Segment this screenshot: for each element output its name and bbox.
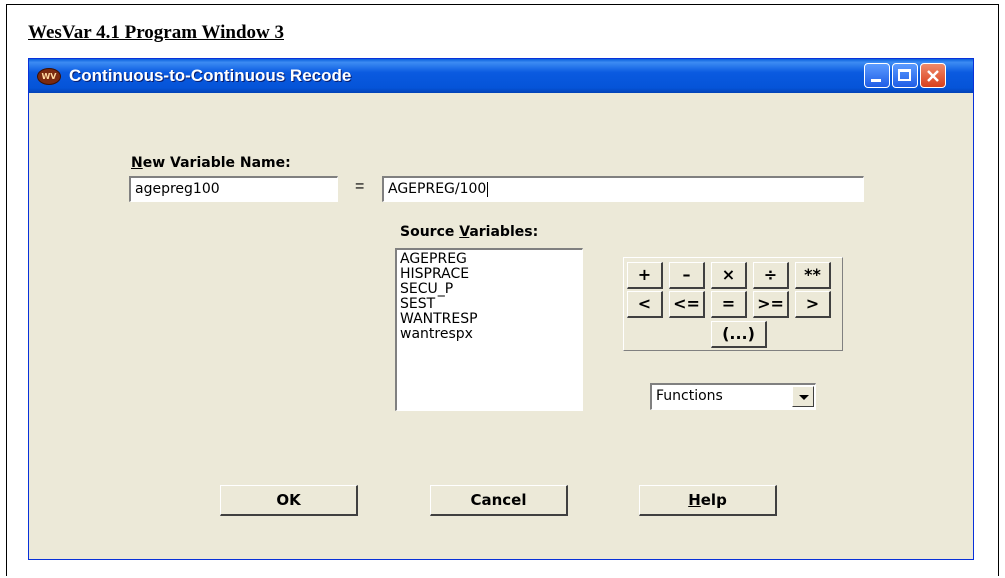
expression-text: AGEPREG/100 [388,181,487,197]
greater-than-button[interactable]: > [795,291,831,318]
new-variable-name-input[interactable]: agepreg100 [129,176,338,202]
greater-equal-button[interactable]: >= [753,291,789,318]
source-variables-label: Source Variables: [400,224,539,240]
help-button[interactable]: Help [639,485,777,516]
maximize-icon [898,69,911,81]
app-icon[interactable]: WV [37,68,61,85]
list-item[interactable]: SECU_P [400,282,579,297]
chevron-down-icon[interactable] [792,386,814,407]
text-caret [487,182,489,197]
list-item[interactable]: HISPRACE [400,267,579,282]
list-item[interactable]: WANTRESP [400,312,579,327]
new-variable-label: New Variable Name: [131,155,291,171]
divide-button[interactable]: ÷ [753,262,789,289]
close-button[interactable] [920,63,946,88]
multiply-button[interactable]: × [711,262,747,289]
close-icon [927,70,939,82]
ok-button[interactable]: OK [220,485,358,516]
source-variables-list[interactable]: AGEPREG HISPRACE SECU_P SEST WANTRESP wa… [395,248,583,411]
minus-button[interactable]: – [669,262,705,289]
maximize-button[interactable] [892,63,918,88]
expression-input[interactable]: AGEPREG/100 [382,176,864,202]
list-item[interactable]: AGEPREG [400,252,579,267]
functions-selected-value: Functions [656,388,723,404]
parentheses-button[interactable]: (...) [711,321,767,348]
power-button[interactable]: ** [795,262,831,289]
title-bar[interactable]: WV Continuous-to-Continuous Recode [29,59,973,93]
less-equal-button[interactable]: <= [669,291,705,318]
functions-dropdown[interactable]: Functions [650,383,816,410]
equals-sign: = [355,178,365,195]
less-than-button[interactable]: < [627,291,663,318]
cancel-button[interactable]: Cancel [430,485,568,516]
plus-button[interactable]: + [627,262,663,289]
window-title: Continuous-to-Continuous Recode [69,66,352,85]
equal-button[interactable]: = [711,291,747,318]
minimize-button[interactable] [864,63,890,88]
list-item[interactable]: wantrespx [400,327,579,342]
document-heading: WesVar 4.1 Program Window 3 [28,22,284,43]
list-item[interactable]: SEST [400,297,579,312]
minimize-icon [871,79,881,82]
